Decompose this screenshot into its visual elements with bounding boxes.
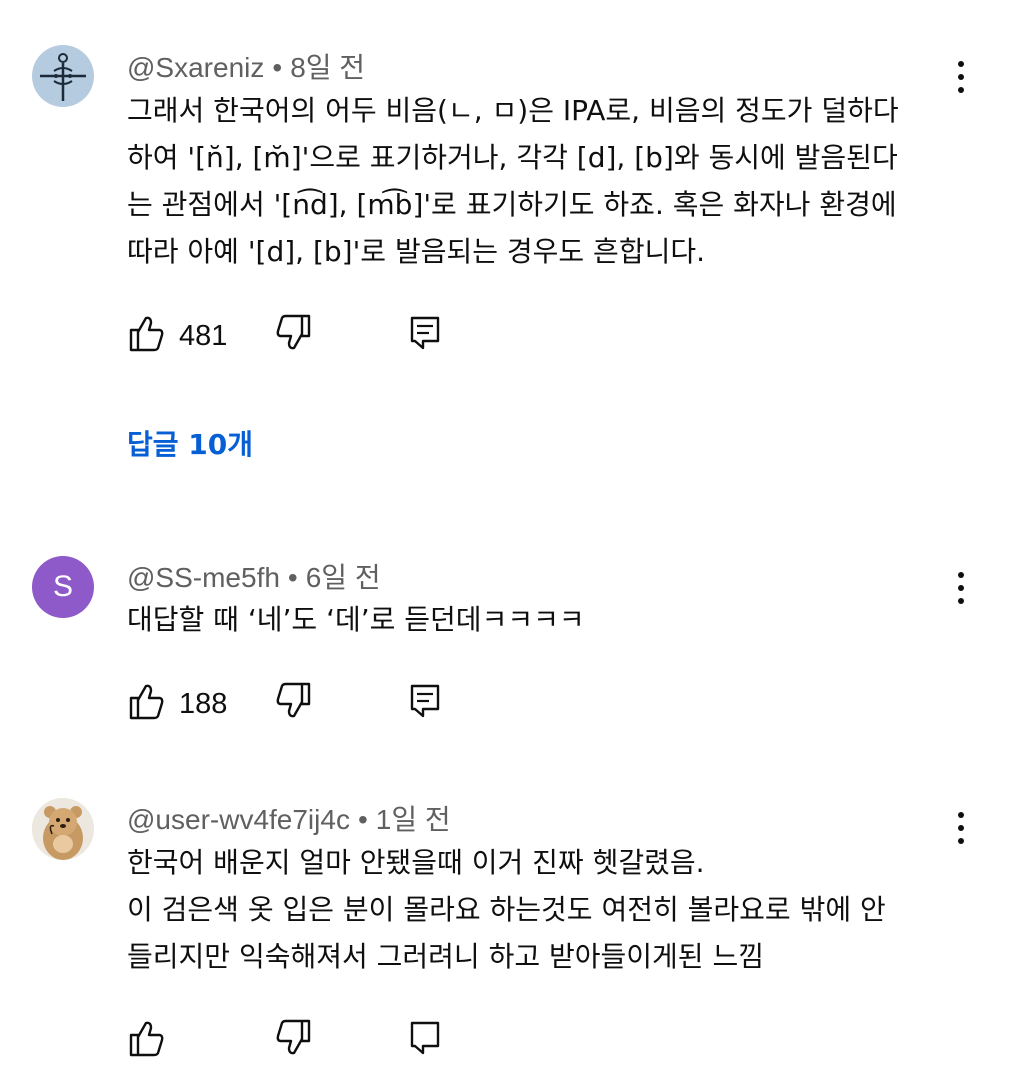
comment-text: 한국어 배운지 얼마 안됐을때 이거 진짜 헷갈렸음. 이 검은색 옷 입은 분…	[127, 839, 957, 980]
author-handle[interactable]: @user-wv4fe7ij4c	[127, 804, 350, 835]
timestamp[interactable]: 6일 전	[306, 562, 381, 593]
more-icon	[958, 572, 964, 578]
emblem-avatar-icon	[40, 53, 86, 101]
avatar[interactable]	[32, 798, 94, 860]
comment-text: 대답할 때 ‘네’도 ‘데’로 듣던데ㅋㅋㅋㅋ	[127, 596, 957, 643]
more-icon-dot	[958, 585, 964, 591]
comment-line: 이 검은색 옷 입은 분이 몰라요 하는것도 여전히 볼라요로 밖에 안	[127, 893, 886, 926]
thumbs-up-icon[interactable]	[127, 313, 165, 353]
reply-icon[interactable]	[409, 313, 441, 353]
comment-line: 한국어 배운지 얼마 안됐을때 이거 진짜 헷갈렸음.	[127, 846, 705, 879]
view-replies-button[interactable]: 답글 10개	[127, 423, 253, 463]
comment-line: 따라 아예 '[d], [b]'로 발음되는 경우도 흔합니다.	[127, 235, 706, 268]
more-icon-dot	[958, 838, 964, 844]
more-icon-dot	[958, 598, 964, 604]
comment-actions: 188	[127, 681, 527, 731]
comment-line: 하여 '[n̆], [m̆]'으로 표기하거나, 각각 [d], [b]와 동시…	[127, 141, 898, 174]
reply-icon[interactable]	[409, 681, 441, 721]
more-icon	[958, 812, 964, 818]
more-icon-dot	[958, 87, 964, 93]
author-handle[interactable]: @Sxareniz	[127, 52, 264, 83]
thumbs-up-icon[interactable]	[127, 681, 165, 721]
comment-line: 대답할 때 ‘네’도 ‘데’로 듣던데ㅋㅋㅋㅋ	[127, 603, 585, 636]
like-count: 481	[179, 320, 228, 352]
separator-dot: •	[287, 562, 298, 593]
more-icon-dot	[958, 825, 964, 831]
comment-actions: 481	[127, 313, 527, 363]
comment-header: @SS-me5fh • 6일 전	[127, 556, 381, 596]
comment-line: 그래서 한국어의 어두 비음(ㄴ, ㅁ)은 IPA로, 비음의 정도가 덜하다	[127, 94, 899, 127]
comment-header: @Sxareniz • 8일 전	[127, 46, 365, 86]
avatar[interactable]	[32, 45, 94, 107]
more-icon	[958, 61, 964, 67]
reply-icon[interactable]	[409, 1018, 441, 1058]
thumbs-up-icon[interactable]	[127, 1018, 165, 1058]
more-icon-dot	[958, 74, 964, 80]
author-handle[interactable]: @SS-me5fh	[127, 562, 280, 593]
thumbs-down-icon[interactable]	[275, 313, 313, 353]
separator-dot: •	[357, 804, 368, 835]
comment-text: 그래서 한국어의 어두 비음(ㄴ, ㅁ)은 IPA로, 비음의 정도가 덜하다 …	[127, 87, 957, 275]
quokka-avatar-icon	[32, 798, 94, 860]
like-count: 188	[179, 688, 228, 720]
avatar-letter: S	[52, 570, 73, 603]
comment-line: 는 관점에서 '[n͡d], [m͡b]'로 표기하기도 하죠. 혹은 화자나 …	[127, 188, 897, 221]
thumbs-down-icon[interactable]	[275, 681, 313, 721]
avatar[interactable]: S	[32, 556, 94, 618]
comment-line: 들리지만 익숙해져서 그러려니 하고 받아들이게된 느낌	[127, 940, 764, 973]
comment-header: @user-wv4fe7ij4c • 1일 전	[127, 798, 451, 838]
timestamp[interactable]: 1일 전	[376, 804, 451, 835]
timestamp[interactable]: 8일 전	[290, 52, 365, 83]
separator-dot: •	[272, 52, 283, 83]
thumbs-down-icon[interactable]	[275, 1018, 313, 1058]
